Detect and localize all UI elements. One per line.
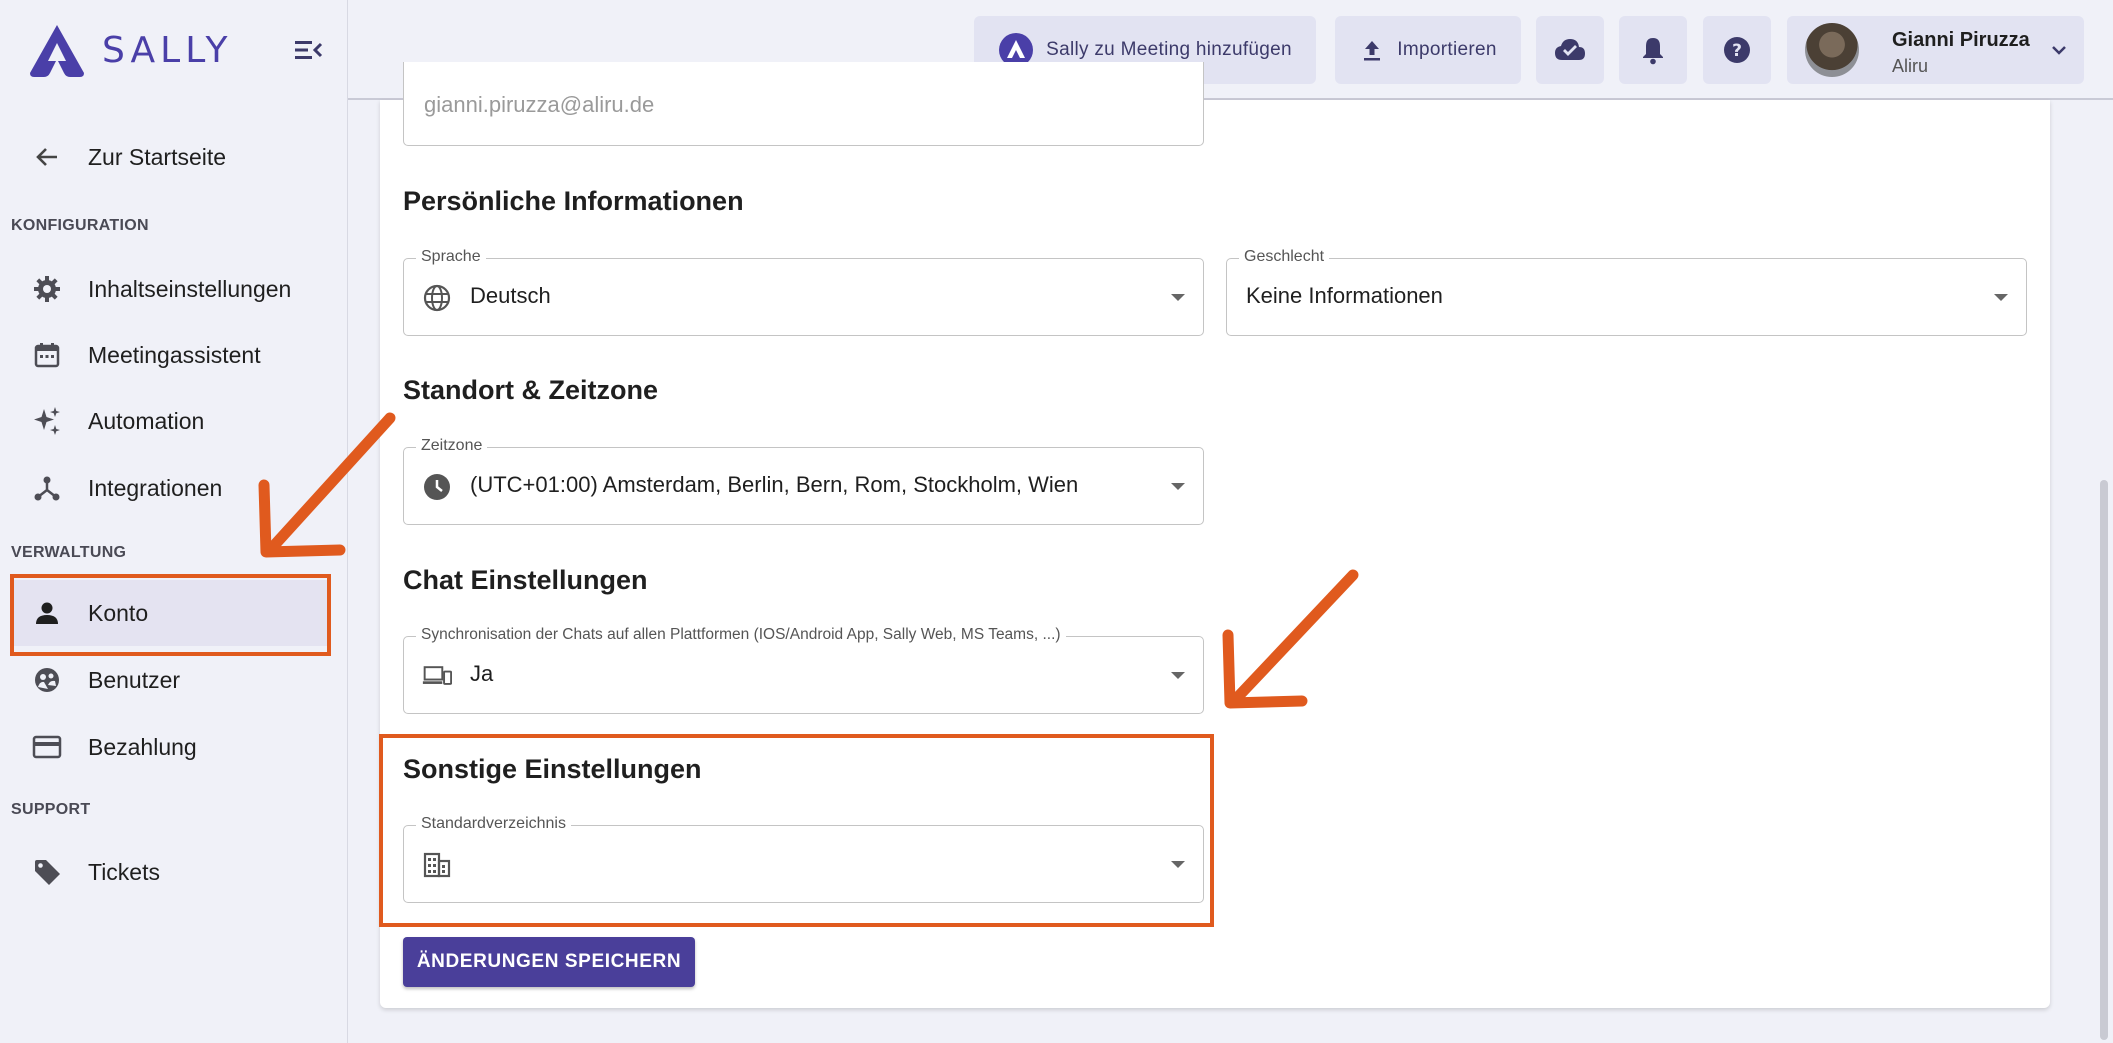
back-to-home-label: Zur Startseite [88, 143, 227, 170]
default-directory-label: Standardverzeichnis [416, 815, 571, 833]
hub-icon [30, 471, 64, 505]
back-to-home-link[interactable]: Zur Startseite [12, 124, 330, 190]
email-field[interactable]: gianni.piruzza@aliru.de [403, 62, 1204, 146]
personal-info-title: Persönliche Informationen [403, 186, 744, 216]
chat-sync-select[interactable]: Synchronisation der Chats auf allen Plat… [403, 626, 1204, 714]
location-timezone-title: Standort & Zeitzone [403, 375, 658, 405]
sidebar-item-label: Konto [88, 599, 149, 626]
email-value: gianni.piruzza@aliru.de [424, 92, 655, 117]
dropdown-arrow-icon [1171, 672, 1185, 679]
globe-icon [422, 283, 452, 313]
bell-icon [1643, 38, 1663, 65]
collapse-sidebar-button[interactable] [292, 36, 324, 64]
help-icon: ? [1724, 37, 1750, 63]
tag-icon [30, 855, 64, 889]
calendar-icon [30, 338, 64, 372]
sidebar-item-label: Benutzer [88, 666, 181, 693]
notifications-button[interactable] [1619, 16, 1687, 84]
user-organization: Aliru [1892, 56, 1929, 76]
svg-text:?: ? [1732, 41, 1742, 61]
gender-label: Geschlecht [1239, 248, 1330, 266]
section-support: SUPPORT [11, 801, 91, 818]
sidebar-item-konto[interactable]: Konto [12, 580, 330, 646]
scrollbar[interactable] [2100, 480, 2108, 1040]
sally-logo-icon [30, 25, 84, 77]
annotation-arrow-main [1222, 569, 1359, 709]
help-button[interactable]: ? [1703, 16, 1771, 84]
cloud-check-icon [1555, 39, 1585, 60]
chevron-down-icon [2052, 46, 2066, 55]
language-label: Sprache [416, 248, 486, 266]
clock-icon [422, 472, 452, 502]
section-konfiguration: KONFIGURATION [11, 217, 149, 234]
upload-icon [1364, 41, 1381, 61]
sparkles-icon [30, 404, 64, 438]
building-icon [422, 850, 452, 880]
dropdown-arrow-icon [1171, 294, 1185, 301]
gender-value: Keine Informationen [1246, 283, 1443, 308]
sidebar-item-benutzer[interactable]: Benutzer [12, 647, 330, 713]
gear-icon [30, 272, 64, 306]
import-label: Importieren [1397, 39, 1497, 60]
timezone-select[interactable]: Zeitzone (UTC+01:00) Amsterdam, Berlin, … [403, 437, 1204, 525]
sidebar-item-meetingassistent[interactable]: Meetingassistent [12, 322, 330, 388]
sidebar-item-label: Bezahlung [88, 733, 197, 760]
timezone-label: Zeitzone [416, 437, 488, 455]
user-name: Gianni Piruzza [1892, 29, 2030, 51]
person-icon [30, 596, 64, 630]
sidebar-item-tickets[interactable]: Tickets [12, 839, 330, 905]
sidebar-item-label: Integrationen [88, 474, 223, 501]
language-select[interactable]: Sprache Deutsch [403, 248, 1204, 336]
sidebar-item-label: Inhaltseinstellungen [88, 275, 292, 302]
add-sally-to-meeting-label: Sally zu Meeting hinzufügen [1046, 39, 1292, 60]
avatar [1805, 23, 1859, 77]
chat-sync-label: Synchronisation der Chats auf allen Plat… [416, 626, 1066, 644]
brand-name: SALLY [102, 29, 233, 71]
timezone-value: (UTC+01:00) Amsterdam, Berlin, Bern, Rom… [470, 472, 1079, 497]
import-button[interactable]: Importieren [1335, 16, 1521, 84]
default-directory-select[interactable]: Standardverzeichnis [403, 815, 1204, 903]
dropdown-arrow-icon [1171, 861, 1185, 868]
save-changes-button[interactable]: ÄNDERUNGEN SPEICHERN [403, 937, 695, 987]
sally-logo[interactable]: SALLY [26, 20, 232, 80]
section-verwaltung: VERWALTUNG [11, 544, 127, 561]
dropdown-arrow-icon [1171, 483, 1185, 490]
other-settings-title: Sonstige Einstellungen [403, 754, 702, 784]
sidebar-item-label: Automation [88, 407, 205, 434]
sidebar-item-bezahlung[interactable]: Bezahlung [12, 714, 330, 780]
annotation-arrow-sidebar [258, 412, 396, 558]
arrow-left-icon [30, 140, 64, 174]
sidebar-item-label: Tickets [88, 858, 160, 885]
sidebar-item-label: Meetingassistent [88, 341, 261, 368]
language-value: Deutsch [470, 283, 551, 308]
chat-sync-value: Ja [470, 661, 494, 686]
users-icon [30, 663, 64, 697]
devices-icon [422, 661, 452, 691]
credit-card-icon [30, 730, 64, 764]
menu-collapse-icon [295, 41, 323, 59]
cloud-sync-button[interactable] [1536, 16, 1604, 84]
gender-select[interactable]: Geschlecht Keine Informationen [1226, 248, 2027, 336]
chat-settings-title: Chat Einstellungen [403, 565, 648, 595]
sidebar-item-inhaltseinstellungen[interactable]: Inhaltseinstellungen [12, 256, 330, 322]
user-menu[interactable]: Gianni Piruzza Aliru [1787, 16, 2084, 84]
dropdown-arrow-icon [1994, 294, 2008, 301]
